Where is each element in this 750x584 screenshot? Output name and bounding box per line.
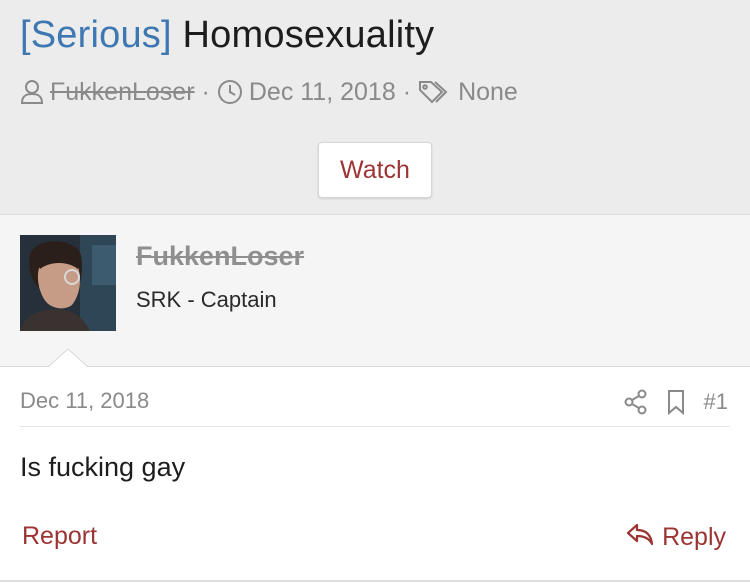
- meta-separator: ·: [201, 77, 210, 106]
- reply-button[interactable]: Reply: [626, 520, 726, 554]
- meta-separator: ·: [402, 77, 412, 106]
- post-divider: [0, 366, 750, 367]
- reply-label: Reply: [662, 522, 726, 551]
- thread-title: [Serious] Homosexuality: [20, 14, 434, 57]
- post-content: Is fucking gay: [20, 452, 186, 482]
- clock-icon: [217, 79, 243, 105]
- thread-title-text: Homosexuality: [182, 14, 435, 56]
- post-date-link[interactable]: Dec 11, 2018: [20, 388, 149, 414]
- thread-tags: None: [458, 77, 518, 106]
- post-username-link[interactable]: FukkenLoser: [136, 241, 304, 272]
- thread-author-link[interactable]: FukkenLoser: [50, 78, 195, 107]
- bookmark-icon[interactable]: [666, 389, 686, 415]
- reply-icon: [626, 522, 654, 553]
- thread-header: [Serious] Homosexuality FukkenLoser · De…: [0, 0, 750, 214]
- post-user-info: FukkenLoser SRK - Captain: [0, 214, 750, 367]
- tags-icon: [418, 79, 452, 105]
- thread-prefix-link[interactable]: [Serious]: [20, 14, 172, 56]
- message-arrow: [48, 348, 88, 368]
- post-user-title: SRK - Captain: [136, 287, 277, 312]
- share-icon[interactable]: [624, 389, 648, 415]
- thread-meta: FukkenLoser · Dec 11, 2018 · None: [20, 76, 518, 108]
- post-number-link[interactable]: #1: [704, 389, 728, 415]
- post-bottom-border: [0, 580, 750, 582]
- post-header-separator: [20, 426, 730, 427]
- thread-date-link[interactable]: Dec 11, 2018: [249, 78, 396, 107]
- avatar[interactable]: [20, 235, 116, 331]
- post-actions: #1: [624, 386, 728, 418]
- report-link[interactable]: Report: [22, 522, 97, 551]
- watch-button[interactable]: Watch: [318, 142, 432, 198]
- user-icon: [20, 79, 44, 105]
